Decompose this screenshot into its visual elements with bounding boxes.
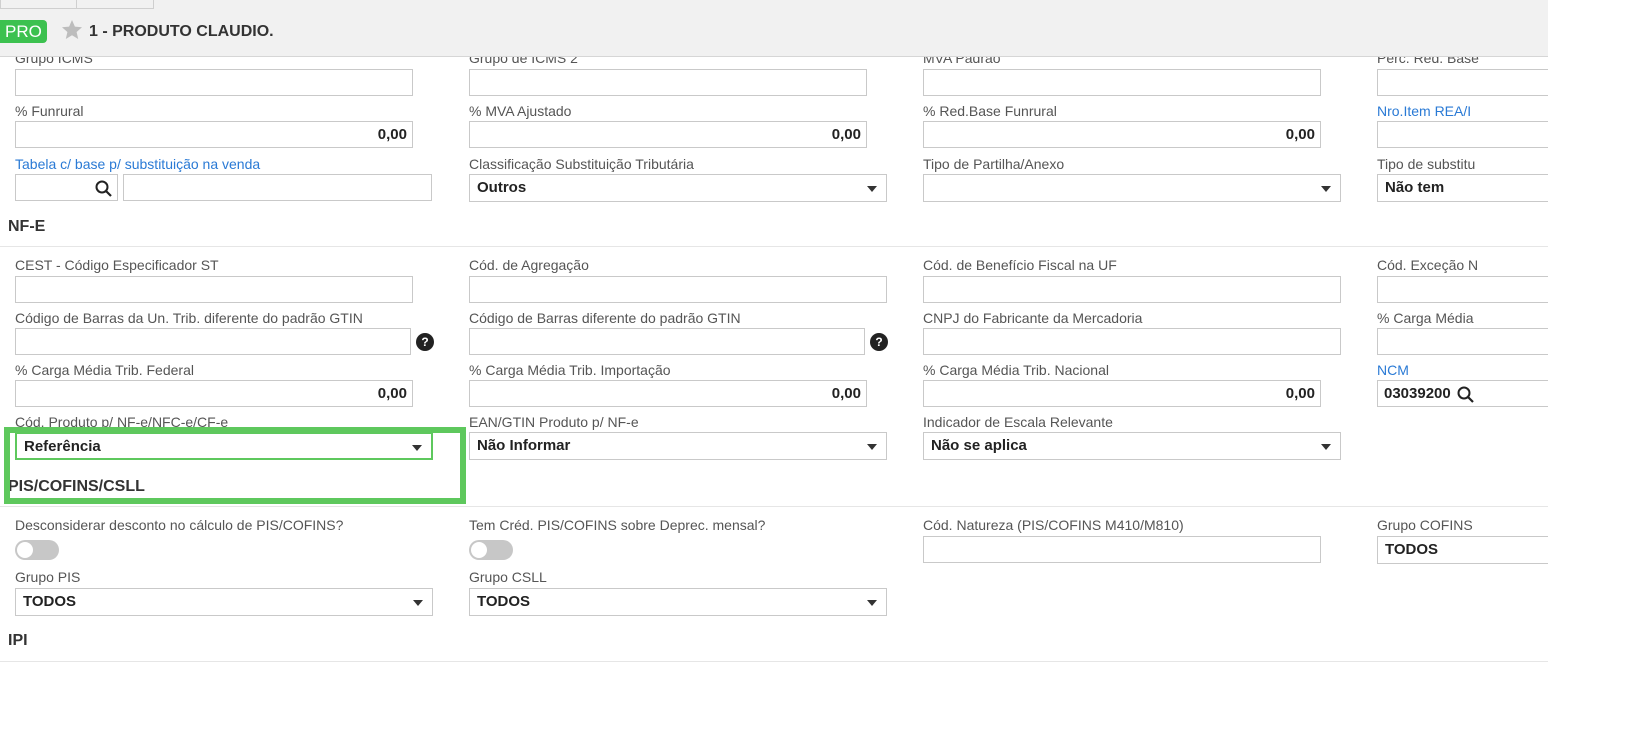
grupo-csll-value: TODOS bbox=[477, 593, 531, 610]
agregacao-input[interactable] bbox=[469, 276, 887, 303]
cnpj-fabricante-label: CNPJ do Fabricante da Mercadoria bbox=[923, 310, 1143, 326]
search-icon[interactable] bbox=[94, 179, 114, 199]
excecao-label: Cód. Exceção N bbox=[1377, 257, 1479, 273]
beneficio-fiscal-input[interactable] bbox=[923, 276, 1341, 303]
header-tab-stub[interactable] bbox=[76, 0, 154, 9]
perc-red-base-label: Perc. Red. Base bbox=[1377, 57, 1479, 66]
ean-value: Não Informar bbox=[477, 437, 571, 454]
mva-padrao-input[interactable] bbox=[923, 69, 1321, 96]
grupo-icms-2-label: Grupo de ICMS 2 bbox=[469, 57, 578, 66]
grupo-csll-label: Grupo CSLL bbox=[469, 569, 547, 585]
tabela-description-input[interactable] bbox=[123, 174, 432, 201]
section-divider bbox=[0, 246, 1548, 247]
ncm-value: 03039200 bbox=[1384, 385, 1451, 402]
agregacao-label: Cód. de Agregação bbox=[469, 257, 589, 273]
natureza-input[interactable] bbox=[923, 536, 1321, 563]
tipo-partilha-select[interactable] bbox=[923, 174, 1341, 202]
nro-item-input[interactable] bbox=[1377, 121, 1548, 148]
chevron-down-icon bbox=[867, 186, 877, 192]
toggle-knob bbox=[17, 542, 33, 558]
tipo-subst-label: Tipo de substitu bbox=[1377, 156, 1476, 172]
carga-media-input[interactable] bbox=[1377, 328, 1548, 355]
section-divider bbox=[0, 661, 1548, 662]
section-title-ipi: IPI bbox=[8, 632, 28, 649]
grupo-icms-label: Grupo ICMS bbox=[15, 57, 93, 66]
tem-cred-label: Tem Créd. PIS/COFINS sobre Deprec. mensa… bbox=[469, 517, 766, 533]
grupo-cofins-value: TODOS bbox=[1385, 541, 1439, 558]
chevron-down-icon bbox=[867, 600, 877, 606]
barras-trib-label: Código de Barras da Un. Trib. diferente … bbox=[15, 310, 363, 326]
tem-cred-toggle[interactable] bbox=[469, 540, 513, 560]
section-title-nfe: NF-E bbox=[8, 218, 46, 235]
barras-trib-input[interactable] bbox=[15, 328, 411, 355]
beneficio-fiscal-label: Cód. de Benefício Fiscal na UF bbox=[923, 257, 1117, 273]
carga-nacional-input[interactable]: 0,00 bbox=[923, 380, 1321, 407]
grupo-pis-label: Grupo PIS bbox=[15, 569, 81, 585]
pro-badge: PRO bbox=[0, 20, 47, 43]
natureza-label: Cód. Natureza (PIS/COFINS M410/M810) bbox=[923, 517, 1184, 533]
grupo-csll-select[interactable]: TODOS bbox=[469, 588, 887, 616]
carga-nacional-label: % Carga Média Trib. Nacional bbox=[923, 362, 1109, 378]
carga-importacao-label: % Carga Média Trib. Importação bbox=[469, 362, 671, 378]
excecao-input[interactable] bbox=[1377, 276, 1548, 303]
product-title: 1 - PRODUTO CLAUDIO. bbox=[89, 23, 274, 40]
ean-label: EAN/GTIN Produto p/ NF-e bbox=[469, 414, 639, 430]
chevron-down-icon bbox=[413, 600, 423, 606]
help-icon[interactable]: ? bbox=[870, 333, 888, 351]
mva-ajustado-label: % MVA Ajustado bbox=[469, 103, 572, 119]
barras-label: Código de Barras diferente do padrão GTI… bbox=[469, 310, 741, 326]
perc-red-base-input[interactable] bbox=[1377, 69, 1548, 96]
cnpj-fabricante-input[interactable] bbox=[923, 328, 1341, 355]
grupo-pis-select[interactable]: TODOS bbox=[15, 588, 433, 616]
grupo-cofins-label: Grupo COFINS bbox=[1377, 517, 1473, 533]
cest-label: CEST - Código Especificador ST bbox=[15, 257, 219, 273]
grupo-pis-value: TODOS bbox=[23, 593, 77, 610]
mva-padrao-label: MVA Padrão bbox=[923, 57, 1001, 66]
funrural-label: % Funrural bbox=[15, 103, 84, 119]
grupo-icms-2-input[interactable] bbox=[469, 69, 867, 96]
chevron-down-icon bbox=[867, 444, 877, 450]
classificacao-value: Outros bbox=[477, 179, 527, 196]
section-divider bbox=[0, 506, 1548, 507]
cest-input[interactable] bbox=[15, 276, 413, 303]
header-tab-stub[interactable] bbox=[0, 0, 77, 9]
carga-federal-label: % Carga Média Trib. Federal bbox=[15, 362, 194, 378]
chevron-down-icon bbox=[1321, 444, 1331, 450]
carga-media-label: % Carga Média bbox=[1377, 310, 1474, 326]
barras-input[interactable] bbox=[469, 328, 865, 355]
star-icon[interactable] bbox=[60, 18, 84, 42]
classificacao-label: Classificação Substituição Tributária bbox=[469, 156, 694, 172]
grupo-cofins-select[interactable]: TODOS bbox=[1377, 536, 1548, 564]
nro-item-link[interactable]: Nro.Item REA/I bbox=[1377, 103, 1471, 119]
tabela-substituicao-link[interactable]: Tabela c/ base p/ substituição na venda bbox=[15, 156, 260, 172]
carga-federal-input[interactable]: 0,00 bbox=[15, 380, 413, 407]
carga-importacao-input[interactable]: 0,00 bbox=[469, 380, 867, 407]
escala-value: Não se aplica bbox=[931, 437, 1027, 454]
desconsiderar-label: Desconsiderar desconto no cálculo de PIS… bbox=[15, 517, 344, 533]
grupo-icms-input[interactable] bbox=[15, 69, 413, 96]
help-icon[interactable]: ? bbox=[416, 333, 434, 351]
desconsiderar-toggle[interactable] bbox=[15, 540, 59, 560]
escala-label: Indicador de Escala Relevante bbox=[923, 414, 1113, 430]
ncm-link[interactable]: NCM bbox=[1377, 362, 1409, 378]
form-content: Grupo ICMS Grupo de ICMS 2 MVA Padrão Pe… bbox=[0, 57, 1548, 730]
classificacao-select[interactable]: Outros bbox=[469, 174, 887, 202]
tipo-subst-value: Não tem bbox=[1385, 179, 1445, 196]
funrural-input[interactable]: 0,00 bbox=[15, 121, 413, 148]
tipo-partilha-label: Tipo de Partilha/Anexo bbox=[923, 156, 1065, 172]
tipo-subst-select[interactable]: Não tem bbox=[1377, 174, 1548, 202]
red-base-funrural-input[interactable]: 0,00 bbox=[923, 121, 1321, 148]
chevron-down-icon bbox=[1321, 186, 1331, 192]
escala-select[interactable]: Não se aplica bbox=[923, 432, 1341, 460]
ean-select[interactable]: Não Informar bbox=[469, 432, 887, 460]
record-header-bar: PRO 1 - PRODUTO CLAUDIO. bbox=[0, 0, 1548, 57]
highlight-box bbox=[4, 427, 466, 504]
toggle-knob bbox=[471, 542, 487, 558]
mva-ajustado-input[interactable]: 0,00 bbox=[469, 121, 867, 148]
search-icon[interactable] bbox=[1456, 385, 1476, 405]
red-base-funrural-label: % Red.Base Funrural bbox=[923, 103, 1057, 119]
